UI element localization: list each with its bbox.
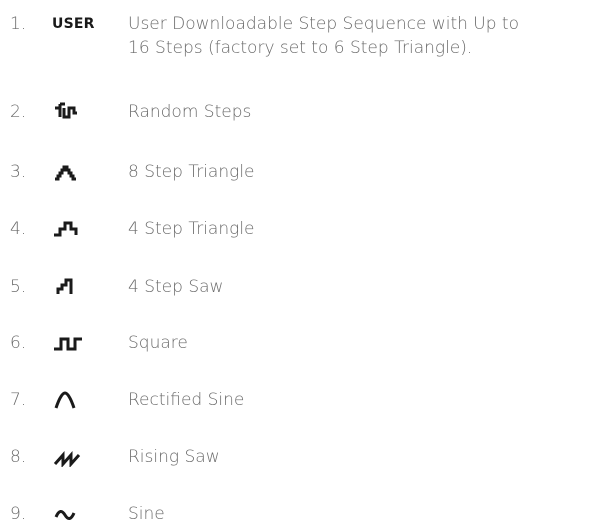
rectified-sine-icon	[52, 388, 104, 412]
rising-saw-icon	[52, 445, 104, 469]
waveform-list: 1. USER User Downloadable Step Sequence …	[0, 0, 608, 529]
item-description: Sine	[128, 504, 165, 524]
item-description: 8 Step Triangle	[128, 162, 255, 182]
item-number: 7.	[10, 390, 27, 410]
user-badge-label: USER	[52, 16, 95, 32]
item-description: Square	[128, 333, 188, 353]
user-badge-icon: USER	[52, 12, 104, 36]
four-step-saw-icon	[52, 275, 104, 299]
eight-step-triangle-icon	[52, 160, 104, 184]
item-number: 5.	[10, 277, 27, 297]
sine-wave-icon	[52, 502, 104, 526]
item-description: User Downloadable Step Sequence with Up …	[128, 12, 598, 60]
item-description-line-1: User Downloadable Step Sequence with Up …	[128, 14, 519, 34]
item-description-line-2: 16 Steps (factory set to 6 Step Triangle…	[128, 38, 473, 58]
item-number: 6.	[10, 333, 27, 353]
item-number: 4.	[10, 219, 27, 239]
item-number: 3.	[10, 162, 27, 182]
item-number: 1.	[10, 14, 27, 34]
square-wave-icon	[52, 331, 104, 355]
item-description: 4 Step Saw	[128, 277, 224, 297]
item-number: 2.	[10, 102, 27, 122]
four-step-triangle-icon	[52, 217, 104, 241]
item-description: Rectified Sine	[128, 390, 245, 410]
item-number: 9.	[10, 504, 27, 524]
item-description: 4 Step Triangle	[128, 219, 255, 239]
item-number: 8.	[10, 447, 27, 467]
random-steps-icon	[52, 100, 104, 124]
item-description: Random Steps	[128, 102, 252, 122]
item-description: Rising Saw	[128, 447, 220, 467]
